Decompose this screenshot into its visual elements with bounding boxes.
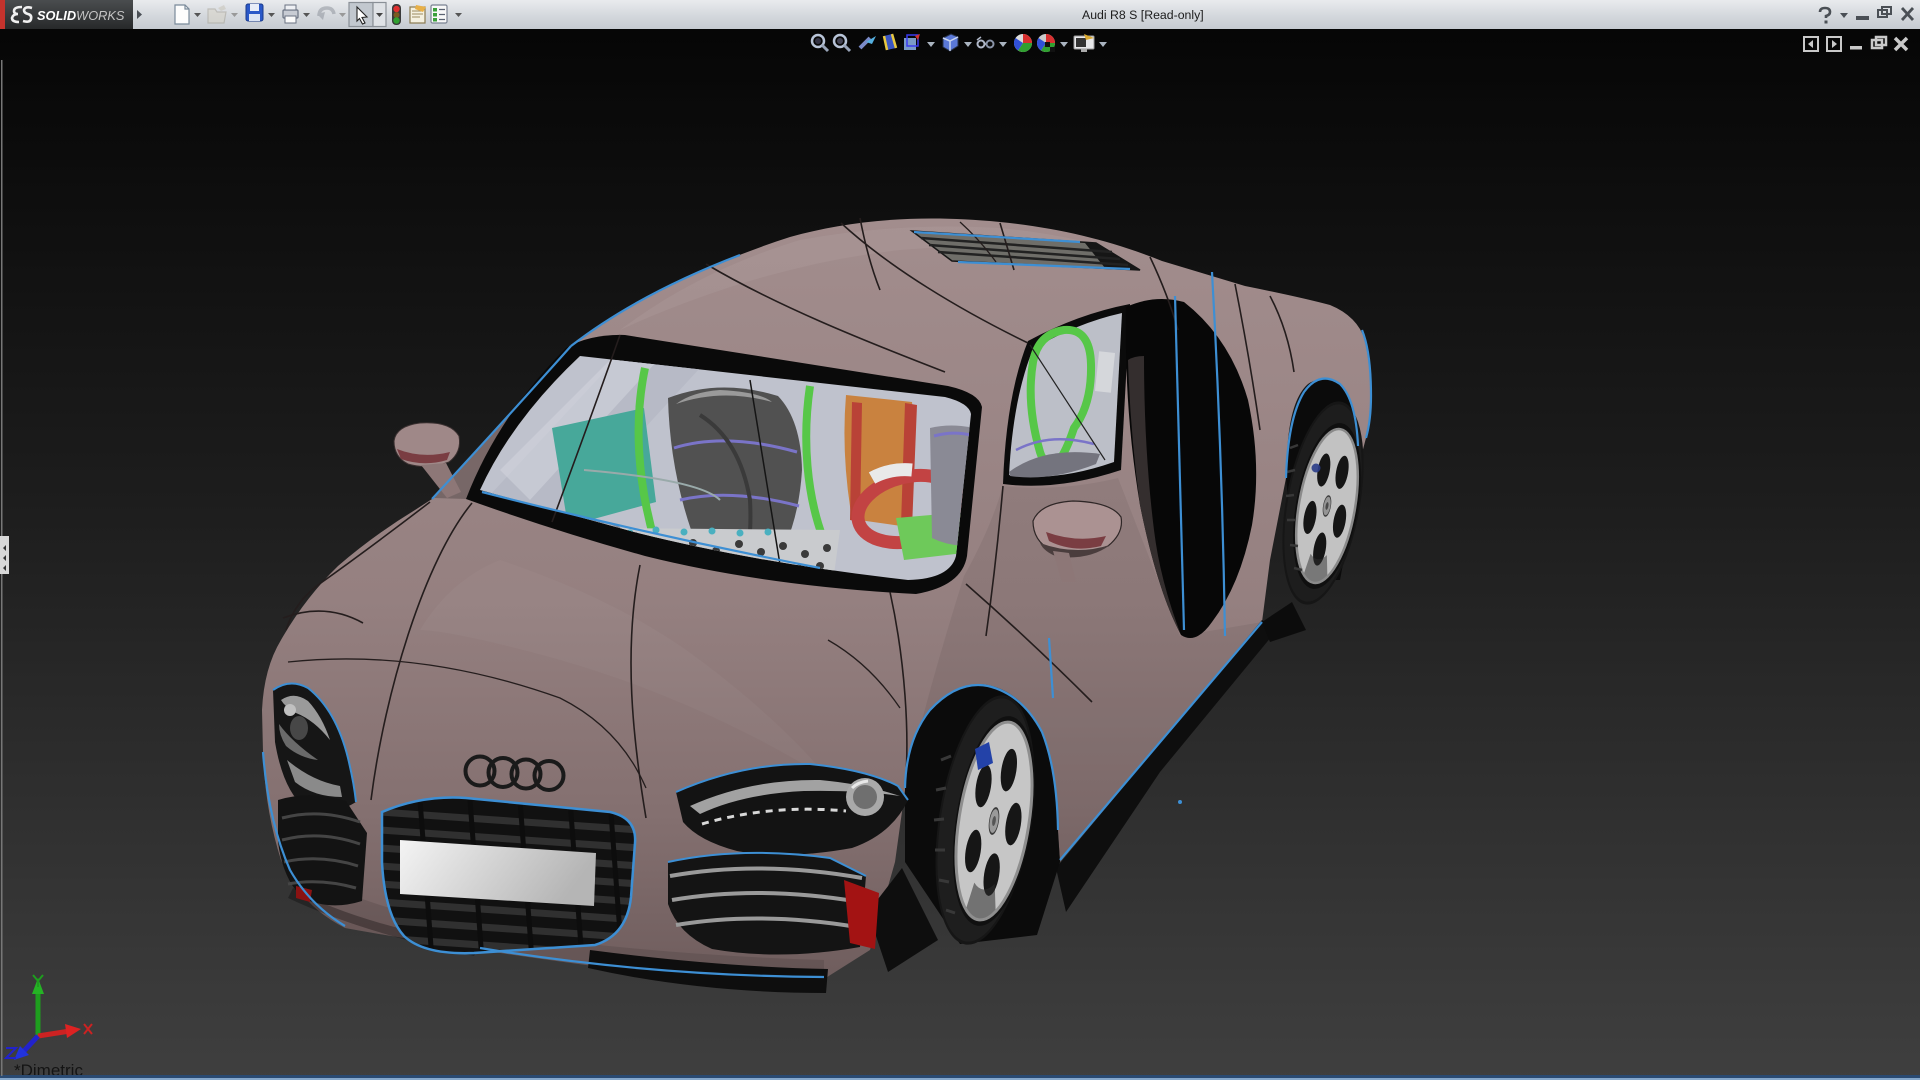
svg-text:SOLIDWORKS: SOLIDWORKS (37, 8, 125, 23)
